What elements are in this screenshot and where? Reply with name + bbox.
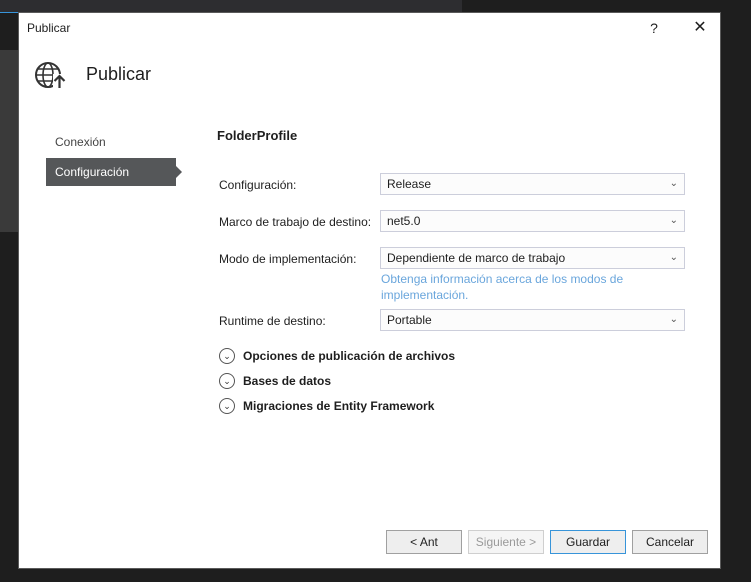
cancel-button[interactable]: Cancelar — [632, 530, 708, 554]
title-bar: Publicar ? ✕ — [19, 13, 720, 43]
globe-publish-icon — [33, 58, 67, 92]
chevron-down-icon: ⌄ — [669, 215, 678, 226]
close-button[interactable]: ✕ — [687, 17, 713, 39]
expand-chevron-icon[interactable]: ⌄ — [219, 373, 235, 389]
save-button[interactable]: Guardar — [550, 530, 626, 554]
dialog-title: Publicar — [27, 21, 71, 35]
background-window-panel — [0, 50, 20, 232]
section-label: Migraciones de Entity Framework — [243, 399, 435, 413]
runtime-select[interactable]: Portable ⌄ — [380, 309, 685, 331]
configuracion-select[interactable]: Release ⌄ — [380, 173, 685, 195]
chevron-down-icon: ⌄ — [669, 314, 678, 325]
next-button[interactable]: Siguiente > — [468, 530, 544, 554]
marco-value: net5.0 — [387, 214, 421, 228]
configuracion-value: Release — [387, 177, 432, 191]
chevron-down-icon: ⌄ — [669, 252, 678, 263]
sidebar-nav: Conexión Configuración — [46, 128, 182, 188]
modo-select[interactable]: Dependiente de marco de trabajo ⌄ — [380, 247, 685, 269]
chevron-down-icon: ⌄ — [669, 178, 678, 189]
publish-dialog: Publicar ? ✕ Publicar Conexión Configura… — [18, 12, 721, 569]
sidebar-item-conexion[interactable]: Conexión — [46, 128, 176, 156]
modo-value: Dependiente de marco de trabajo — [387, 251, 566, 265]
expand-chevron-icon[interactable]: ⌄ — [219, 398, 235, 414]
modo-label: Modo de implementación: — [219, 252, 357, 266]
sidebar-item-configuracion[interactable]: Configuración — [46, 158, 182, 186]
marco-label: Marco de trabajo de destino: — [219, 215, 372, 229]
configuracion-label: Configuración: — [219, 178, 297, 192]
marco-select[interactable]: net5.0 ⌄ — [380, 210, 685, 232]
section-label: Bases de datos — [243, 374, 332, 388]
page-title: Publicar — [86, 64, 152, 84]
runtime-label: Runtime de destino: — [219, 314, 326, 328]
runtime-value: Portable — [387, 313, 432, 327]
section-label: Opciones de publicación de archivos — [243, 349, 456, 363]
expand-chevron-icon[interactable]: ⌄ — [219, 348, 235, 364]
profile-name: FolderProfile — [217, 128, 298, 143]
deployment-modes-link[interactable]: Obtenga información acerca de los modos … — [381, 271, 671, 303]
back-button[interactable]: < Ant — [386, 530, 462, 554]
help-button[interactable]: ? — [641, 17, 667, 39]
